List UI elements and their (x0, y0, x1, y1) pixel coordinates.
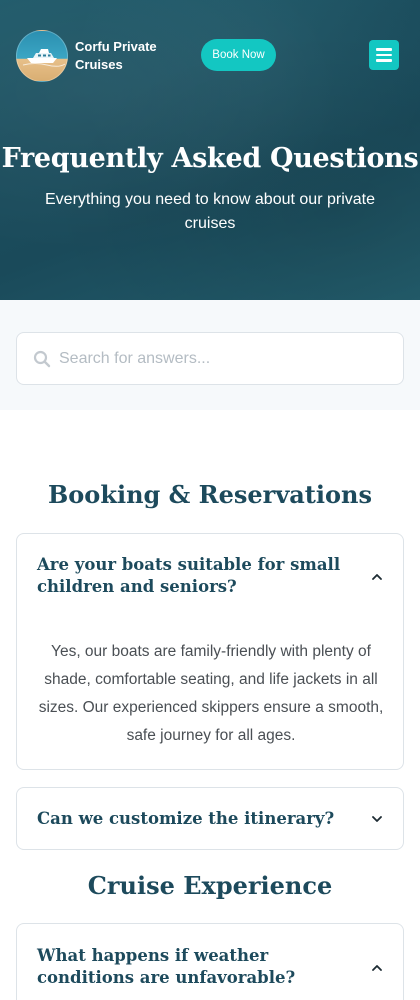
faq-item: Are your boats suitable for small childr… (16, 533, 404, 770)
chevron-up-icon[interactable] (371, 962, 383, 974)
hero-header: Corfu Private Cruises Book Now Frequentl… (0, 0, 420, 300)
faq-question[interactable]: Can we customize the itinerary? (37, 808, 347, 830)
yacht-logo-icon[interactable] (16, 30, 68, 82)
faq-item: What happens if weather conditions are u… (16, 923, 404, 1000)
brand-name[interactable]: Corfu Private Cruises (75, 38, 185, 74)
faq-question[interactable]: What happens if weather conditions are u… (37, 945, 347, 989)
faq-question[interactable]: Are your boats suitable for small childr… (37, 554, 347, 598)
book-now-button[interactable]: Book Now (201, 39, 276, 71)
search-icon (33, 350, 51, 368)
faq-answer: Yes, our boats are family-friendly with … (38, 643, 384, 744)
search-input[interactable] (59, 333, 389, 384)
chevron-down-icon[interactable] (371, 813, 383, 825)
page-subtitle: Everything you need to know about our pr… (45, 191, 375, 232)
hamburger-menu-icon[interactable] (369, 40, 399, 70)
chevron-up-icon[interactable] (371, 571, 383, 583)
search-box[interactable] (16, 332, 404, 385)
menu-bar (376, 59, 392, 62)
faq-item: Can we customize the itinerary? (16, 787, 404, 850)
menu-bar (376, 48, 392, 51)
section-title-booking: Booking & Reservations (48, 480, 372, 509)
search-section (0, 300, 420, 410)
page-title: Frequently Asked Questions (1, 143, 419, 174)
section-title-experience: Cruise Experience (87, 871, 333, 900)
menu-bar (376, 53, 392, 57)
